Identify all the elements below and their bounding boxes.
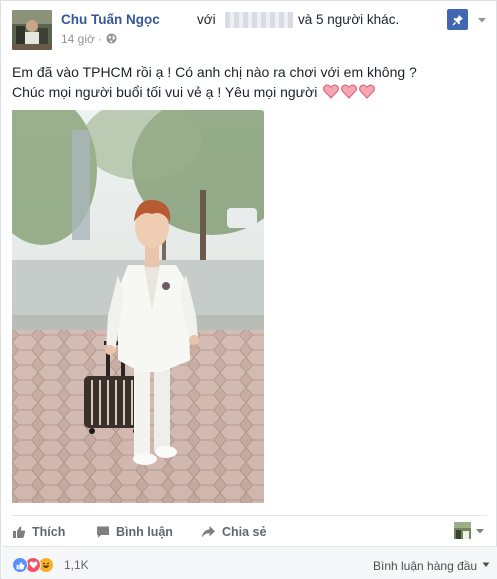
post-message: Em đã vào TPHCM rồi ạ ! Có anh chị nào r… [12,62,482,102]
share-button[interactable]: Chia sẻ [201,523,266,541]
chevron-down-icon[interactable] [474,525,486,537]
comment-label: Bình luận [116,525,173,539]
heart-emoji-icon [359,84,376,99]
author-name[interactable]: Chu Tuấn Ngọc [61,12,160,27]
tagged-others-link[interactable]: và 5 người khác. [298,12,399,27]
heart-emoji-icon [323,84,340,99]
reaction-count[interactable]: 1,1K [64,558,89,572]
pin-post-button[interactable] [447,9,468,30]
author-avatar[interactable] [12,10,52,50]
chevron-down-icon[interactable] [475,13,489,27]
like-label: Thích [32,525,66,539]
like-button[interactable]: Thích [12,523,65,541]
post-text-line-2-row: Chúc mọi người buổi tối vui vẻ ạ ! Yêu m… [12,82,482,102]
comment-sort-dropdown[interactable]: Bình luận hàng đầu [373,559,477,573]
post-text-line-1: Em đã vào TPHCM rồi ạ ! Có anh chị nào r… [12,64,417,80]
post-photo[interactable] [12,110,264,503]
globe-icon [106,33,117,44]
comment-button[interactable]: Bình luận [96,523,173,541]
share-arrow-icon [202,526,215,538]
facebook-post: Chu Tuấn Ngọc với và 5 người khác. 14 gi… [0,0,497,579]
heart-emoji-icon [341,84,358,99]
post-timestamp[interactable]: 14 giờ · [61,32,102,46]
action-bar-divider [12,515,487,516]
pin-icon [452,14,463,25]
chevron-down-icon[interactable] [482,562,490,568]
speech-bubble-icon [97,526,109,538]
share-label: Chia sẻ [222,525,267,539]
posting-as-avatar[interactable] [454,522,471,539]
post-text-line-2: Chúc mọi người buổi tối vui vẻ ạ ! Yêu m… [12,84,318,100]
like-reaction-icon [12,557,28,573]
reaction-icons[interactable] [12,557,54,573]
thumbs-up-icon [13,526,26,538]
reactions-footer: 1,1K Bình luận hàng đầu [2,546,497,579]
with-label: với [197,12,216,27]
tagged-friend-redacted [225,12,293,28]
